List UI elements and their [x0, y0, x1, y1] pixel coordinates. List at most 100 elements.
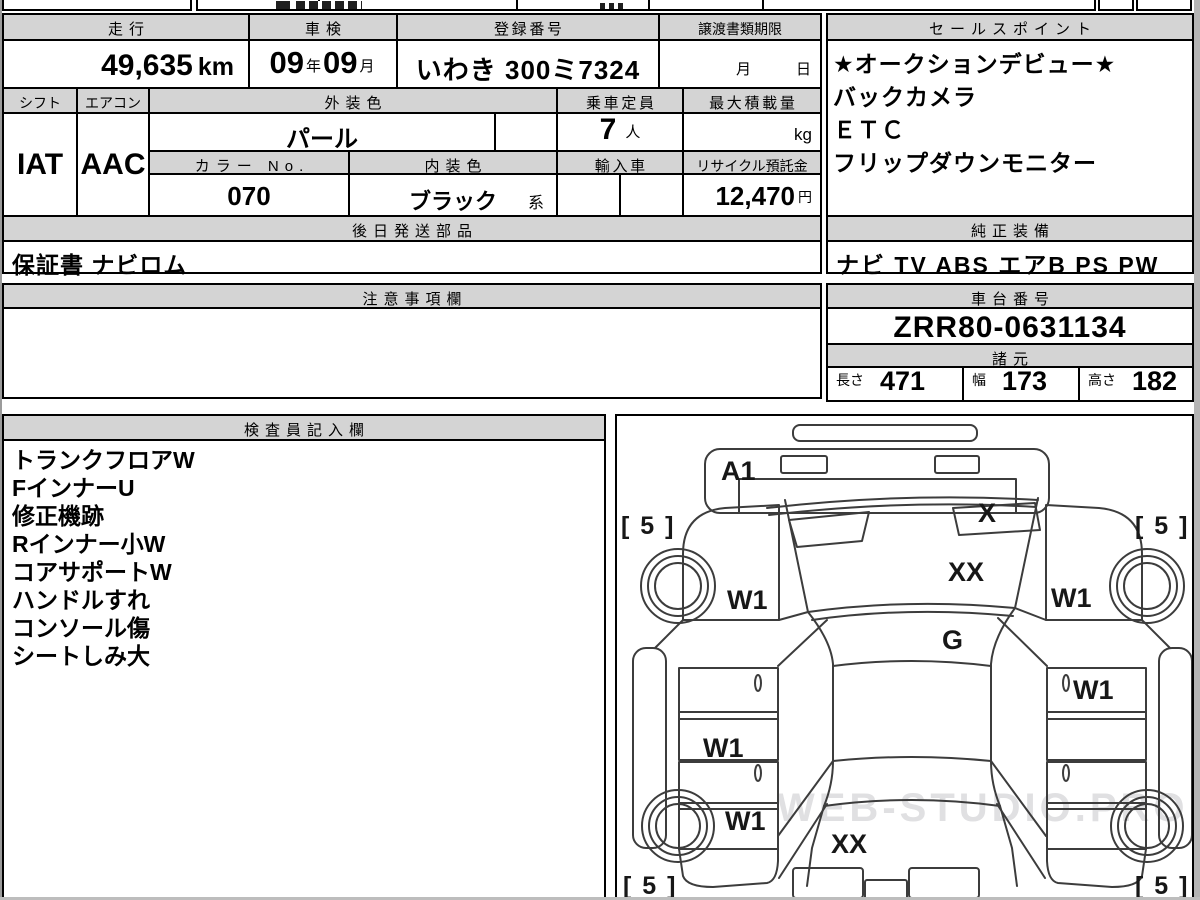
max-load-unit: kg — [794, 125, 812, 144]
sales-points-box: ★オークションデビュー★ バックカメラ ＥＴＣ フリップダウンモニター — [826, 39, 1194, 217]
car-cowl-arc — [807, 602, 1016, 613]
equipment-value: ナビ TV ABS エアB PS PW — [826, 240, 1194, 278]
later-shipping-value: 保証書 ナビロム — [2, 240, 822, 278]
car-apillar-left — [777, 611, 828, 667]
car-cowl-arc-inner — [811, 610, 1014, 621]
inspector-note-line: 修正機跡 — [12, 503, 104, 529]
recycle-fee-value: 12,470 円 — [682, 173, 822, 217]
equipment-header: 純正装備 — [826, 215, 1194, 242]
spec-height-label: 高さ — [1088, 372, 1116, 388]
import-car-header: 輸入車 — [556, 150, 684, 175]
car-body-right-edge — [990, 607, 1018, 887]
car-front-top-strip — [792, 424, 978, 442]
interior-color-value: ブラック 系 — [348, 173, 558, 217]
inspector-note-line: トランクフロアW — [12, 447, 195, 473]
top-row-text-remnant — [276, 1, 290, 9]
cautions-header: 注意事項欄 — [2, 283, 822, 309]
recycle-fee-number: 12,470 — [715, 181, 795, 211]
sales-point-item: バックカメラ — [833, 84, 977, 110]
inspector-box: トランクフロアW FインナーU 修正機跡 Rインナー小W コアサポートW ハンド… — [2, 439, 606, 900]
grade-label-top-left: [ 5 ] — [621, 512, 675, 540]
car-roof-rear-seam — [832, 756, 992, 762]
sales-point-item: ＥＴＣ — [833, 117, 905, 143]
registration-header: 登録番号 — [396, 13, 660, 41]
car-rear-quarter-left — [678, 848, 779, 888]
spec-length-label: 長さ — [836, 372, 864, 388]
inspector-note-line: コアサポートW — [12, 559, 172, 585]
specs-header: 諸元 — [826, 343, 1194, 368]
spec-width-label: 幅 — [972, 372, 986, 388]
car-rear-lamp-left — [792, 867, 864, 899]
import-car-value-cell — [556, 173, 621, 217]
inspection-month: 09 — [323, 45, 358, 80]
car-door-handle-right-1 — [1062, 674, 1070, 692]
interior-color-name: ブラック — [408, 189, 497, 214]
car-windshield-top-arc — [766, 496, 1039, 509]
scan-margin-right — [1194, 0, 1200, 900]
recycle-fee-header: リサイクル預託金 — [682, 150, 822, 175]
inspector-note-line: Rインナー小W — [12, 531, 166, 557]
top-cutoff-cell — [1136, 0, 1192, 11]
inspector-note-line: シートしみ大 — [12, 643, 150, 669]
capacity-number: 7 — [599, 113, 617, 146]
grade-label-bottom-left: [ 5 ] — [623, 872, 677, 898]
chassis-no-header: 車台番号 — [826, 283, 1194, 309]
grade-label-bottom-right: [ 5 ] — [1135, 872, 1189, 898]
wheel-front-left — [640, 548, 716, 624]
max-load-value: kg — [682, 112, 822, 152]
damage-label-xx-rear: XX — [831, 829, 867, 859]
spec-length-value: 471 — [880, 366, 926, 396]
car-damage-diagram: WEB-STUDIO.PRO A1 X XX W1 W1 G W1 W1 W1 … — [621, 424, 1193, 900]
car-headlamp-left — [780, 455, 828, 474]
max-load-header: 最大積載量 — [682, 87, 822, 114]
car-fender-right-connector — [1141, 619, 1171, 649]
spec-length: 長さ 471 — [826, 366, 964, 402]
car-headlamp-right — [934, 455, 980, 474]
shift-header: シフト — [2, 87, 78, 114]
car-apillar-right — [997, 607, 1048, 667]
damage-label-xx-front: XX — [948, 557, 984, 587]
car-door-handle-right-2 — [1062, 764, 1070, 782]
car-rear-quarter-right — [1046, 848, 1147, 888]
cautions-box — [2, 307, 822, 399]
car-rear-lamp-right — [908, 867, 980, 899]
damage-label-w1-front-left: W1 — [727, 585, 768, 615]
damage-diagram-box: WEB-STUDIO.PRO A1 X XX W1 W1 G W1 W1 W1 … — [615, 414, 1194, 900]
registration-value: いわき 300ミ7324 — [396, 39, 660, 89]
transfer-day-unit: 日 — [796, 61, 812, 78]
recycle-fee-unit: 円 — [798, 189, 812, 205]
sales-point-item: ★オークションデビュー★ — [833, 51, 1117, 77]
damage-label-w1-front-right: W1 — [1051, 583, 1092, 613]
damage-label-x-front: X — [978, 498, 996, 528]
shift-value: IAT — [2, 112, 78, 217]
interior-color-header: 内装色 — [348, 150, 558, 175]
inspection-value: 09 年 09 月 — [248, 39, 398, 89]
capacity-value: 7人 — [556, 112, 684, 152]
color-no-value: 070 — [148, 173, 350, 217]
sales-points-header: セールスポイント — [826, 13, 1194, 41]
inspection-year: 09 — [269, 45, 304, 80]
aircon-header: エアコン — [76, 87, 150, 114]
grade-label-top-right: [ 5 ] — [1135, 512, 1189, 540]
wheel-front-right — [1109, 548, 1185, 624]
car-windshield-right-edge — [1014, 497, 1039, 609]
inspection-year-unit: 年 — [305, 58, 321, 75]
top-cutoff-cell — [2, 0, 192, 11]
damage-label-a1: A1 — [721, 456, 756, 486]
car-rear-center — [864, 879, 908, 900]
top-cutoff-cell — [516, 0, 650, 11]
mileage-header: 走行 — [2, 13, 250, 41]
car-grille — [738, 478, 1017, 514]
aircon-value: AAC — [76, 112, 150, 217]
spec-width: 幅 173 — [962, 366, 1080, 402]
car-door-handle-left-2 — [754, 764, 762, 782]
transfer-docs-value: 月日 — [658, 39, 822, 89]
car-front-bumper — [704, 448, 1050, 514]
top-row-text-remnant — [296, 1, 362, 9]
mileage-value: 49,635 km — [2, 39, 250, 89]
exterior-color-header: 外装色 — [148, 87, 558, 114]
spec-width-value: 173 — [1002, 366, 1048, 396]
interior-color-suffix: 系 — [527, 195, 544, 212]
car-roof-front-seam — [832, 660, 992, 667]
inspector-header: 検査員記入欄 — [2, 414, 606, 441]
